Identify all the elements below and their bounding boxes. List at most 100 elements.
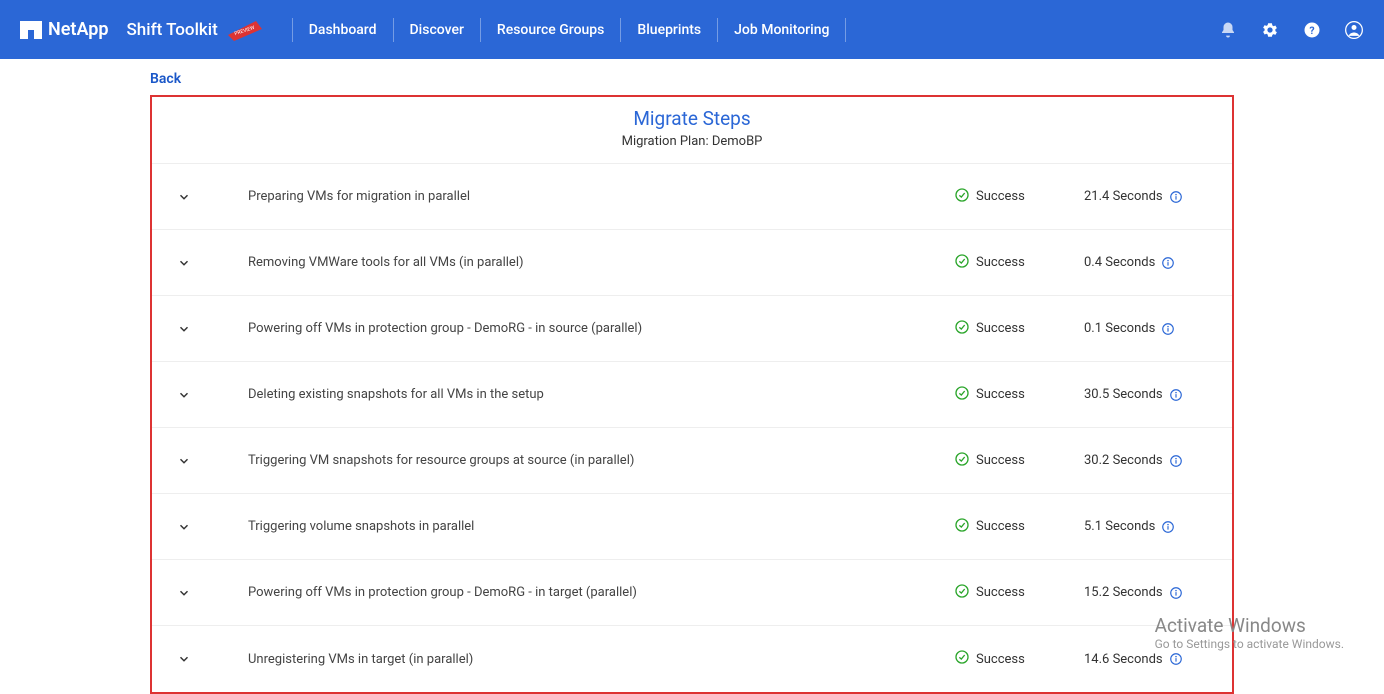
app-header: NetApp Shift Toolkit PREVIEW Dashboard D… [0, 0, 1384, 59]
svg-text:?: ? [1309, 23, 1314, 36]
brand-logo: NetApp [20, 19, 109, 40]
status-label: Success [976, 519, 1025, 534]
status-label: Success [976, 321, 1025, 336]
step-status: Success [954, 385, 1084, 405]
success-check-icon [954, 385, 970, 405]
step-description: Powering off VMs in protection group - D… [198, 585, 954, 600]
netapp-logo-icon [20, 21, 42, 39]
nav-resource-groups[interactable]: Resource Groups [495, 18, 606, 42]
step-row: Unregistering VMs in target (in parallel… [152, 626, 1232, 692]
info-icon[interactable] [1169, 454, 1183, 468]
step-row: Preparing VMs for migration in parallel S… [152, 164, 1232, 230]
success-check-icon [954, 319, 970, 339]
step-description: Triggering volume snapshots in parallel [198, 519, 954, 534]
main-nav: Dashboard Discover Resource Groups Bluep… [278, 0, 861, 59]
status-label: Success [976, 255, 1025, 270]
duration-value: 5.1 Seconds [1084, 519, 1155, 534]
step-duration: 14.6 Seconds [1084, 652, 1214, 667]
help-icon[interactable]: ? [1302, 20, 1322, 40]
step-duration: 0.4 Seconds [1084, 255, 1214, 270]
nav-divider [292, 18, 293, 42]
step-row: Powering off VMs in protection group - D… [152, 296, 1232, 362]
success-check-icon [954, 187, 970, 207]
step-status: Success [954, 187, 1084, 207]
step-description: Powering off VMs in protection group - D… [198, 321, 954, 336]
step-status: Success [954, 253, 1084, 273]
step-status: Success [954, 517, 1084, 537]
page-content: Back Migrate Steps Migration Plan: DemoB… [0, 59, 1384, 694]
migrate-steps-panel: Migrate Steps Migration Plan: DemoBP Pre… [150, 95, 1234, 694]
product-name: Shift Toolkit [127, 20, 218, 40]
preview-badge: PREVIEW [226, 19, 264, 41]
info-icon[interactable] [1161, 322, 1175, 336]
chevron-down-icon[interactable] [170, 652, 198, 666]
duration-value: 0.4 Seconds [1084, 255, 1155, 270]
duration-value: 30.2 Seconds [1084, 453, 1163, 468]
status-label: Success [976, 585, 1025, 600]
step-description: Deleting existing snapshots for all VMs … [198, 387, 954, 402]
chevron-down-icon[interactable] [170, 256, 198, 270]
success-check-icon [954, 583, 970, 603]
status-label: Success [976, 387, 1025, 402]
info-icon[interactable] [1169, 586, 1183, 600]
nav-divider [393, 18, 394, 42]
duration-value: 21.4 Seconds [1084, 189, 1163, 204]
step-row: Deleting existing snapshots for all VMs … [152, 362, 1232, 428]
gear-icon[interactable] [1260, 20, 1280, 40]
bell-icon[interactable] [1218, 20, 1238, 40]
chevron-down-icon[interactable] [170, 322, 198, 336]
success-check-icon [954, 253, 970, 273]
chevron-down-icon[interactable] [170, 388, 198, 402]
nav-discover[interactable]: Discover [408, 18, 466, 42]
step-duration: 30.5 Seconds [1084, 387, 1214, 402]
duration-value: 0.1 Seconds [1084, 321, 1155, 336]
chevron-down-icon[interactable] [170, 520, 198, 534]
step-description: Preparing VMs for migration in parallel [198, 189, 954, 204]
step-row: Triggering VM snapshots for resource gro… [152, 428, 1232, 494]
user-icon[interactable] [1344, 20, 1364, 40]
step-row: Powering off VMs in protection group - D… [152, 560, 1232, 626]
brand-name: NetApp [48, 19, 109, 40]
step-description: Triggering VM snapshots for resource gro… [198, 453, 954, 468]
step-duration: 21.4 Seconds [1084, 189, 1214, 204]
step-status: Success [954, 451, 1084, 471]
status-label: Success [976, 453, 1025, 468]
info-icon[interactable] [1161, 256, 1175, 270]
panel-title: Migrate Steps [152, 97, 1232, 134]
status-label: Success [976, 189, 1025, 204]
status-label: Success [976, 652, 1025, 667]
step-duration: 30.2 Seconds [1084, 453, 1214, 468]
chevron-down-icon[interactable] [170, 586, 198, 600]
success-check-icon [954, 649, 970, 669]
success-check-icon [954, 517, 970, 537]
chevron-down-icon[interactable] [170, 454, 198, 468]
step-status: Success [954, 319, 1084, 339]
nav-blueprints[interactable]: Blueprints [635, 18, 703, 42]
back-link[interactable]: Back [0, 59, 181, 95]
step-duration: 0.1 Seconds [1084, 321, 1214, 336]
chevron-down-icon[interactable] [170, 190, 198, 204]
nav-divider [480, 18, 481, 42]
panel-subtitle: Migration Plan: DemoBP [152, 134, 1232, 164]
nav-divider [717, 18, 718, 42]
info-icon[interactable] [1161, 520, 1175, 534]
step-duration: 15.2 Seconds [1084, 585, 1214, 600]
duration-value: 30.5 Seconds [1084, 387, 1163, 402]
step-description: Removing VMWare tools for all VMs (in pa… [198, 255, 954, 270]
step-description: Unregistering VMs in target (in parallel… [198, 652, 954, 667]
info-icon[interactable] [1169, 652, 1183, 666]
nav-job-monitoring[interactable]: Job Monitoring [732, 18, 831, 42]
nav-divider [620, 18, 621, 42]
step-duration: 5.1 Seconds [1084, 519, 1214, 534]
info-icon[interactable] [1169, 190, 1183, 204]
step-row: Removing VMWare tools for all VMs (in pa… [152, 230, 1232, 296]
nav-divider [845, 18, 846, 42]
info-icon[interactable] [1169, 388, 1183, 402]
header-actions: ? [1218, 20, 1364, 40]
success-check-icon [954, 451, 970, 471]
step-status: Success [954, 649, 1084, 669]
steps-list: Preparing VMs for migration in parallel S… [152, 164, 1232, 692]
duration-value: 14.6 Seconds [1084, 652, 1163, 667]
duration-value: 15.2 Seconds [1084, 585, 1163, 600]
nav-dashboard[interactable]: Dashboard [307, 18, 379, 42]
